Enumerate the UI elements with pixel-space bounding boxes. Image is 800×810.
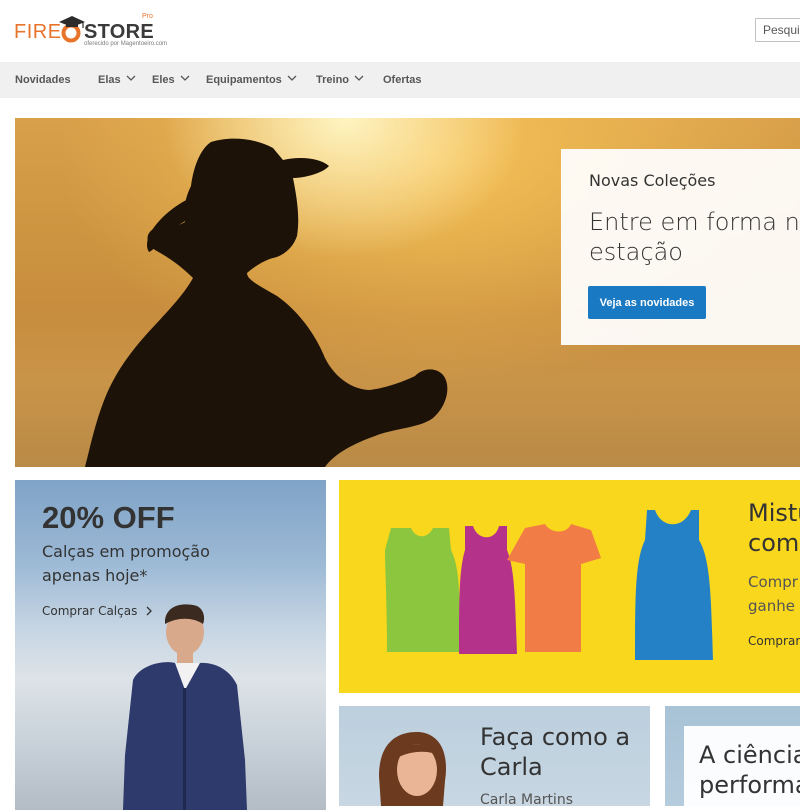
nav-item-equipamentos[interactable]: Equipamentos [206, 62, 297, 98]
chevron-down-icon [180, 75, 190, 81]
chevron-down-icon [287, 75, 297, 81]
tees-promo-block[interactable]: Mistu comb Compr ganhe Comprar [339, 480, 800, 693]
hero-headline: Entre em forma no estação [589, 208, 800, 266]
promo-pants-subtitle: Calças em promoção apenas hoje* [42, 542, 210, 585]
science-promo-card: A ciência performa [684, 726, 800, 806]
chevron-down-icon [354, 75, 364, 81]
chevron-right-icon [146, 606, 153, 616]
logo-tagline: oferecido por Magentoeiro.com [84, 41, 168, 47]
tank-tops-image [385, 510, 713, 660]
logo-text-fire: FIRE [14, 21, 62, 43]
site-header: FIRE STORE Pro oferecido por Magentoeiro… [0, 0, 800, 62]
woman-smiling-image [379, 731, 446, 806]
hero-banner[interactable]: Novas Coleções Entre em forma no estação… [15, 118, 800, 467]
shop-pants-link[interactable]: Comprar Calças [42, 604, 153, 618]
nav-item-elas[interactable]: Elas [98, 62, 136, 98]
nav-item-treino[interactable]: Treino [316, 62, 364, 98]
shop-pants-link-label: Comprar Calças [42, 604, 138, 618]
shop-tees-link[interactable]: Comprar [748, 634, 800, 648]
tees-promo-subtitle: Compr ganhe [748, 573, 798, 615]
pants-promo-block[interactable]: 20% OFF Calças em promoção apenas hoje* … [15, 480, 326, 810]
main-navigation: Novidades Elas Eles Equipamentos Treino … [0, 62, 800, 98]
nav-item-eles[interactable]: Eles [152, 62, 190, 98]
science-promo-title: A ciência performa [699, 741, 800, 799]
nav-item-ofertas[interactable]: Ofertas [383, 62, 422, 98]
store-logo[interactable]: FIRE STORE Pro oferecido por Magentoeiro… [14, 10, 168, 47]
hero-text-card: Novas Coleções Entre em forma no estação… [561, 149, 800, 345]
search-input[interactable]: Pesquisar [755, 18, 800, 42]
carla-promo-title: Faça como a Carla [480, 723, 631, 781]
carla-promo-subtitle: Carla Martins [480, 792, 573, 806]
science-promo-block[interactable]: A ciência performa [665, 706, 800, 806]
chevron-down-icon [126, 75, 136, 81]
promo-discount-title: 20% OFF [42, 500, 175, 535]
logo-pro-badge: Pro [142, 13, 153, 20]
nav-item-novidades[interactable]: Novidades [15, 62, 71, 98]
hero-kicker: Novas Coleções [589, 171, 716, 190]
carla-promo-block[interactable]: Faça como a Carla Carla Martins [339, 706, 650, 806]
tees-promo-title: Mistu comb [748, 499, 800, 557]
see-new-arrivals-button[interactable]: Veja as novidades [588, 286, 706, 319]
